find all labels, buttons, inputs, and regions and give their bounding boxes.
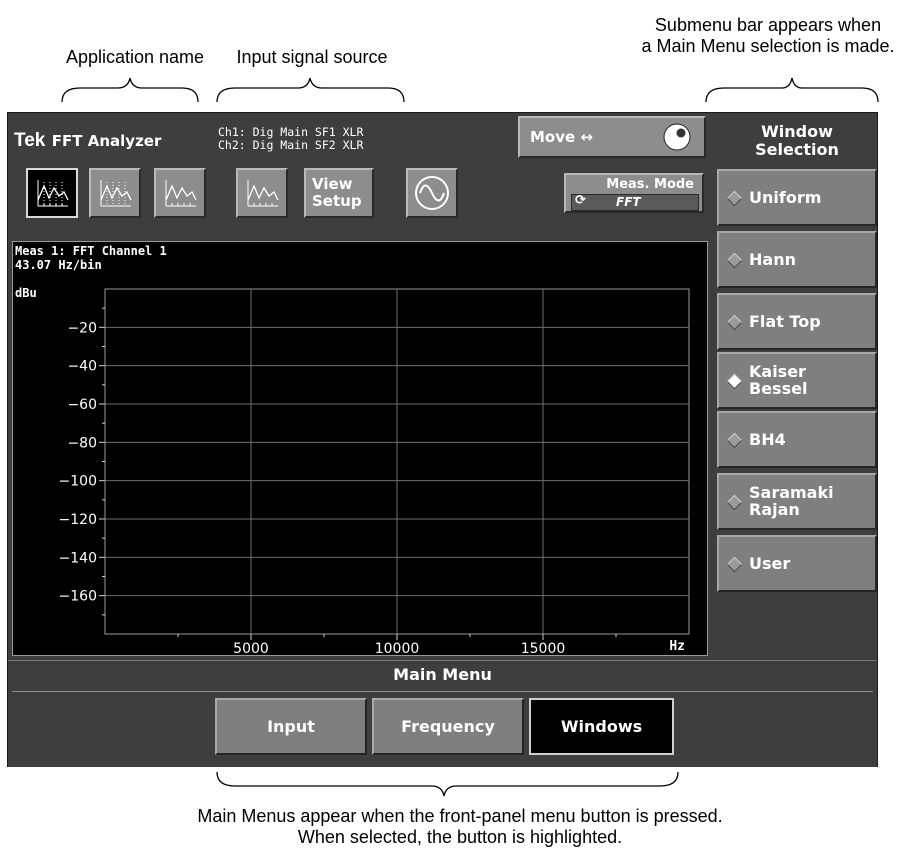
window-option-user[interactable]: User <box>717 535 877 592</box>
y-tick-label: −120 <box>59 512 97 528</box>
annotation-main-line1: Main Menus appear when the front-panel m… <box>197 806 723 826</box>
window-option-hann[interactable]: Hann <box>717 231 877 288</box>
analyzer-screen: Tek FFT Analyzer Ch1: Dig Main SF1 XLR C… <box>7 112 878 767</box>
window-option-label-line2: Bessel <box>749 379 808 398</box>
view-setup-line2: Setup <box>312 192 362 210</box>
view-setup-button[interactable]: View Setup <box>304 168 374 218</box>
window-option-label-line1: Hann <box>749 250 796 269</box>
annotation-main-line2: When selected, the button is highlighted… <box>297 827 623 847</box>
radio-diamond-icon <box>726 190 743 207</box>
window-option-label-line1: Saramaki <box>749 483 834 502</box>
x-axis-unit: Hz <box>669 639 685 654</box>
y-tick-label: −60 <box>67 397 97 413</box>
brand-logo: Tek <box>14 130 46 151</box>
y-tick-label: −20 <box>67 320 97 336</box>
window-option-label: Kaiser Bessel <box>749 363 807 397</box>
app-title: Tek FFT Analyzer <box>14 130 161 152</box>
radio-diamond-icon <box>726 252 743 269</box>
x-tick-label: 15000 <box>521 641 566 655</box>
display-mode-1-button[interactable] <box>26 168 78 218</box>
window-option-uniform[interactable]: Uniform <box>717 169 877 226</box>
spectrum-grid-icon <box>100 180 132 207</box>
meas-mode-button[interactable]: Meas. Mode ⟳ FFT <box>564 173 704 213</box>
y-tick-label: −40 <box>67 359 97 375</box>
radio-diamond-icon <box>726 432 743 449</box>
window-option-label-line2: Rajan <box>749 500 800 519</box>
x-tick-label: 10000 <box>375 641 420 655</box>
display-mode-3-button[interactable] <box>154 168 206 218</box>
main-menu-windows-button[interactable]: Windows <box>529 698 674 755</box>
knob-icon <box>663 123 691 151</box>
spectrum-plot[interactable]: −20 −40 −60 −80 −100 −120 −140 −160 5000 10000 150… <box>13 242 707 655</box>
window-option-label-line1: Kaiser <box>749 362 806 381</box>
meas-mode-value: FFT <box>616 195 641 209</box>
window-option-label-line1: Uniform <box>749 188 822 207</box>
window-option-flat-top[interactable]: Flat Top <box>717 293 877 350</box>
move-button[interactable]: Move ↔ <box>518 116 706 158</box>
spectrum-icon <box>247 180 279 207</box>
window-option-kaiser[interactable]: Kaiser Bessel <box>717 352 877 409</box>
submenu-title-line2: Selection <box>755 140 839 159</box>
channel-2-source: Ch2: Dig Main SF2 XLR <box>218 138 364 152</box>
window-option-saramaki[interactable]: Saramaki Rajan <box>717 473 877 530</box>
main-menu-input-button[interactable]: Input <box>215 698 367 755</box>
app-name: FFT Analyzer <box>51 132 162 150</box>
window-option-label-line1: User <box>749 554 791 573</box>
submenu-title: Window Selection <box>717 117 877 163</box>
plot-panel: Meas 1: FFT Channel 1 43.07 Hz/bin dBu −… <box>12 241 708 656</box>
y-tick-label: −100 <box>59 474 97 490</box>
spectrum-icon <box>165 180 197 207</box>
window-option-label: Uniform <box>749 189 821 206</box>
radio-diamond-icon <box>726 314 743 331</box>
window-option-label-line1: Flat Top <box>749 312 821 331</box>
x-tick-label: 5000 <box>233 641 269 655</box>
window-option-label: Flat Top <box>749 313 821 330</box>
spectrum-grid-icon <box>37 180 69 207</box>
window-option-label-line1: BH4 <box>749 430 786 449</box>
sine-wave-icon <box>415 176 449 210</box>
window-option-label: Saramaki Rajan <box>749 484 834 518</box>
input-source: Ch1: Dig Main SF1 XLR Ch2: Dig Main SF2 … <box>218 126 363 152</box>
view-setup-label: View Setup <box>312 176 362 210</box>
radio-diamond-icon <box>726 494 743 511</box>
y-tick-label: −160 <box>59 589 97 605</box>
main-menu-divider <box>12 691 873 692</box>
window-option-bh4[interactable]: BH4 <box>717 411 877 468</box>
display-mode-2-button[interactable] <box>89 168 141 218</box>
meas-mode-label: Meas. Mode <box>606 177 694 192</box>
display-mode-4-button[interactable] <box>236 168 288 218</box>
y-tick-label: −140 <box>59 550 97 566</box>
radio-diamond-icon <box>726 556 743 573</box>
window-option-label: BH4 <box>749 431 786 448</box>
window-option-label: Hann <box>749 251 796 268</box>
view-setup-line1: View <box>312 175 353 193</box>
window-option-label: User <box>749 555 790 572</box>
y-tick-label: −80 <box>67 435 97 451</box>
cycle-icon: ⟳ <box>575 193 586 208</box>
main-menu-title: Main Menu <box>393 665 492 684</box>
main-menu-frequency-button[interactable]: Frequency <box>372 698 524 755</box>
annotation-main-menus: Main Menus appear when the front-panel m… <box>100 806 820 848</box>
meas-mode-field[interactable]: ⟳ FFT <box>571 193 699 211</box>
radio-diamond-icon <box>726 373 743 390</box>
submenu-title-line1: Window <box>761 122 833 141</box>
generator-button[interactable] <box>406 168 458 218</box>
